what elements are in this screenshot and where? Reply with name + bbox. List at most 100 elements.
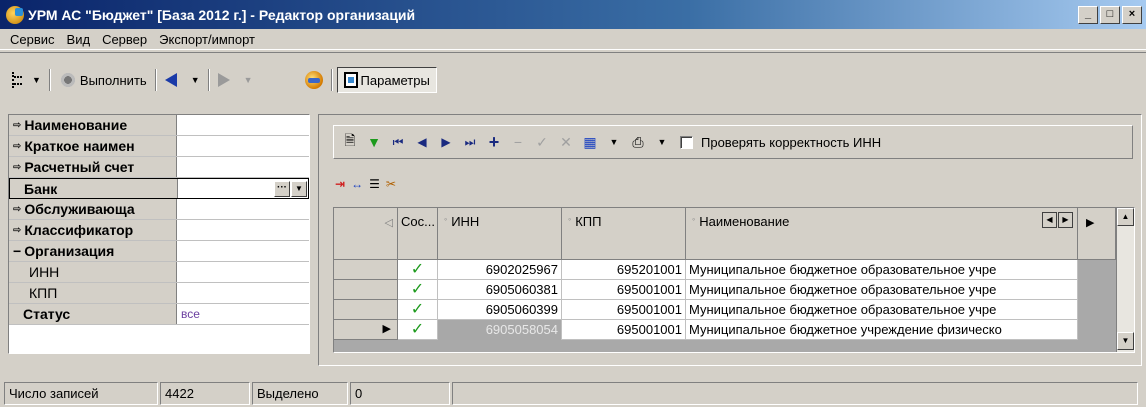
filter-value[interactable] <box>177 283 309 303</box>
post-record-icon[interactable]: ✓ <box>532 134 552 151</box>
column-header-more[interactable]: ▶ <box>1078 208 1116 260</box>
name-cell: Муниципальное бюджетное образовательное … <box>686 280 1078 300</box>
cancel-record-icon[interactable]: ✕ <box>556 134 576 151</box>
table-row[interactable]: ✓ 6902025967 695201001 Муниципальное бюд… <box>398 260 1078 280</box>
scroll-right-icon[interactable]: ▶ <box>1058 212 1073 228</box>
filter-row-short-name[interactable]: ⇨ Краткое наимен <box>9 136 309 157</box>
menu-export-import[interactable]: Экспорт/импорт <box>153 32 261 47</box>
tree-view-button[interactable]: ▼ <box>8 68 45 92</box>
chevron-down-icon[interactable]: ▼ <box>191 75 200 85</box>
clear-filter-icon[interactable]: ✂ <box>386 177 396 191</box>
filter-icon[interactable]: ▼ <box>364 134 384 150</box>
filter-row-inn[interactable]: ИНН <box>9 262 309 283</box>
last-record-icon[interactable]: ⏭ <box>460 135 480 150</box>
swap-icon[interactable]: ↔ <box>351 177 363 191</box>
close-button[interactable]: × <box>1122 6 1142 24</box>
ellipsis-button[interactable]: ··· <box>274 181 290 197</box>
kpp-cell: 695001001 <box>562 280 686 300</box>
filter-row-status[interactable]: Статус все <box>9 304 309 325</box>
next-record-icon[interactable]: ▶ <box>436 135 456 149</box>
vertical-scrollbar[interactable]: ▲ ▼ <box>1116 208 1134 352</box>
toolbar-separator <box>207 69 210 91</box>
status-cell: ✓ <box>398 260 438 280</box>
execute-label: Выполнить <box>79 72 147 88</box>
records-label: Число записей <box>4 382 158 405</box>
filter-row-bank[interactable]: Банк ··· ▼ <box>9 178 309 199</box>
table-row-selected[interactable]: ✓ 6905058054 695001001 Муниципальное бюд… <box>398 320 1078 340</box>
import-icon[interactable]: ⇥ <box>335 177 345 191</box>
column-header-kpp[interactable]: ◦ КПП <box>562 208 686 260</box>
dropdown-arrow-icon[interactable]: ▼ <box>291 181 307 197</box>
filter-caption: ИНН <box>29 264 60 280</box>
chevron-down-icon[interactable]: ▼ <box>244 75 253 85</box>
filter-row-organization[interactable]: − Организация <box>9 241 309 262</box>
header-label: Наименование <box>699 214 790 229</box>
filter-value[interactable] <box>177 115 309 135</box>
row-indicator[interactable] <box>334 280 398 300</box>
chevron-down-icon[interactable]: ▼ <box>32 75 41 85</box>
scroll-left-icon[interactable]: ◀ <box>1042 212 1057 228</box>
filter-row-classifier[interactable]: ⇨ Классификатор <box>9 220 309 241</box>
status-message <box>452 382 1138 405</box>
filter-value[interactable]: ··· ▼ <box>178 179 308 198</box>
filter-value[interactable] <box>177 157 309 177</box>
check-inn-checkbox[interactable] <box>680 135 693 149</box>
scroll-up-icon[interactable]: ▲ <box>1117 208 1134 226</box>
filter-caption: КПП <box>29 285 58 301</box>
back-button[interactable]: ▼ <box>161 68 204 92</box>
selected-label: Выделено <box>252 382 348 405</box>
filter-value[interactable] <box>177 220 309 240</box>
status-bar: Число записей 4422 Выделено 0 <box>0 380 1146 407</box>
row-indicator[interactable] <box>334 260 398 280</box>
add-record-icon[interactable]: + <box>484 132 504 153</box>
execute-button[interactable]: Выполнить <box>55 68 151 92</box>
current-row-indicator[interactable]: ▶ <box>334 320 398 340</box>
filter-value[interactable] <box>177 199 309 219</box>
prev-record-icon[interactable]: ◀ <box>412 135 432 149</box>
table-row[interactable]: ✓ 6905060381 695001001 Муниципальное бюд… <box>398 280 1078 300</box>
first-record-icon[interactable]: ⏮ <box>388 135 408 150</box>
parameters-button[interactable]: Параметры <box>336 67 437 93</box>
menu-server[interactable]: Сервер <box>96 32 153 47</box>
filter-caption: Классификатор <box>24 222 134 238</box>
menu-service[interactable]: Сервис <box>4 32 61 47</box>
selected-count: 0 <box>350 382 450 405</box>
collapse-icon[interactable]: − <box>13 243 21 259</box>
check-inn-label[interactable]: Проверять корректность ИНН <box>701 135 881 150</box>
filter-value[interactable] <box>177 241 309 261</box>
more-columns-icon: ▶ <box>1086 217 1095 229</box>
chevron-down-icon[interactable]: ▼ <box>652 137 672 147</box>
forward-button[interactable]: ▼ <box>214 68 257 92</box>
menu-view[interactable]: Вид <box>61 32 97 47</box>
filter-row-serving[interactable]: ⇨ Обслуживающа <box>9 199 309 220</box>
records-count: 4422 <box>160 382 250 405</box>
edit-record-icon[interactable]: 🗎 <box>340 130 360 154</box>
filter-value[interactable] <box>177 136 309 156</box>
kpp-cell: 695001001 <box>562 320 686 340</box>
filter-value[interactable]: все <box>177 304 309 324</box>
row-indicator[interactable] <box>334 300 398 320</box>
name-cell: Муниципальное бюджетное учреждение физич… <box>686 320 1078 340</box>
list-icon[interactable]: ☰ <box>369 177 380 191</box>
filter-caption: Банк <box>24 180 58 197</box>
minimize-button[interactable]: _ <box>1078 6 1098 24</box>
table-row[interactable]: ✓ 6905060399 695001001 Муниципальное бюд… <box>398 300 1078 320</box>
column-header-inn[interactable]: ◦ ИНН <box>438 208 562 260</box>
globe-button[interactable] <box>301 68 327 92</box>
export-icon[interactable]: ▦ <box>580 134 600 151</box>
chevron-down-icon[interactable]: ▼ <box>604 137 624 147</box>
toolbar-separator <box>330 69 333 91</box>
column-header-status[interactable]: Сос... <box>398 208 438 260</box>
scroll-down-icon[interactable]: ▼ <box>1117 332 1134 350</box>
maximize-button[interactable]: □ <box>1100 6 1120 24</box>
filter-row-name[interactable]: ⇨ Наименование <box>9 115 309 136</box>
toolbar-separator <box>154 69 157 91</box>
delete-record-icon[interactable]: − <box>508 134 528 150</box>
filter-row-account[interactable]: ⇨ Расчетный счет <box>9 157 309 178</box>
forward-arrow-icon <box>217 73 230 87</box>
header-label: Сос... <box>401 214 435 229</box>
print-icon[interactable]: ⎙ <box>628 134 648 151</box>
filter-row-kpp[interactable]: КПП <box>9 283 309 304</box>
column-header-name[interactable]: ◦ Наименование ◀ ▶ <box>686 208 1078 260</box>
filter-value[interactable] <box>177 262 309 282</box>
